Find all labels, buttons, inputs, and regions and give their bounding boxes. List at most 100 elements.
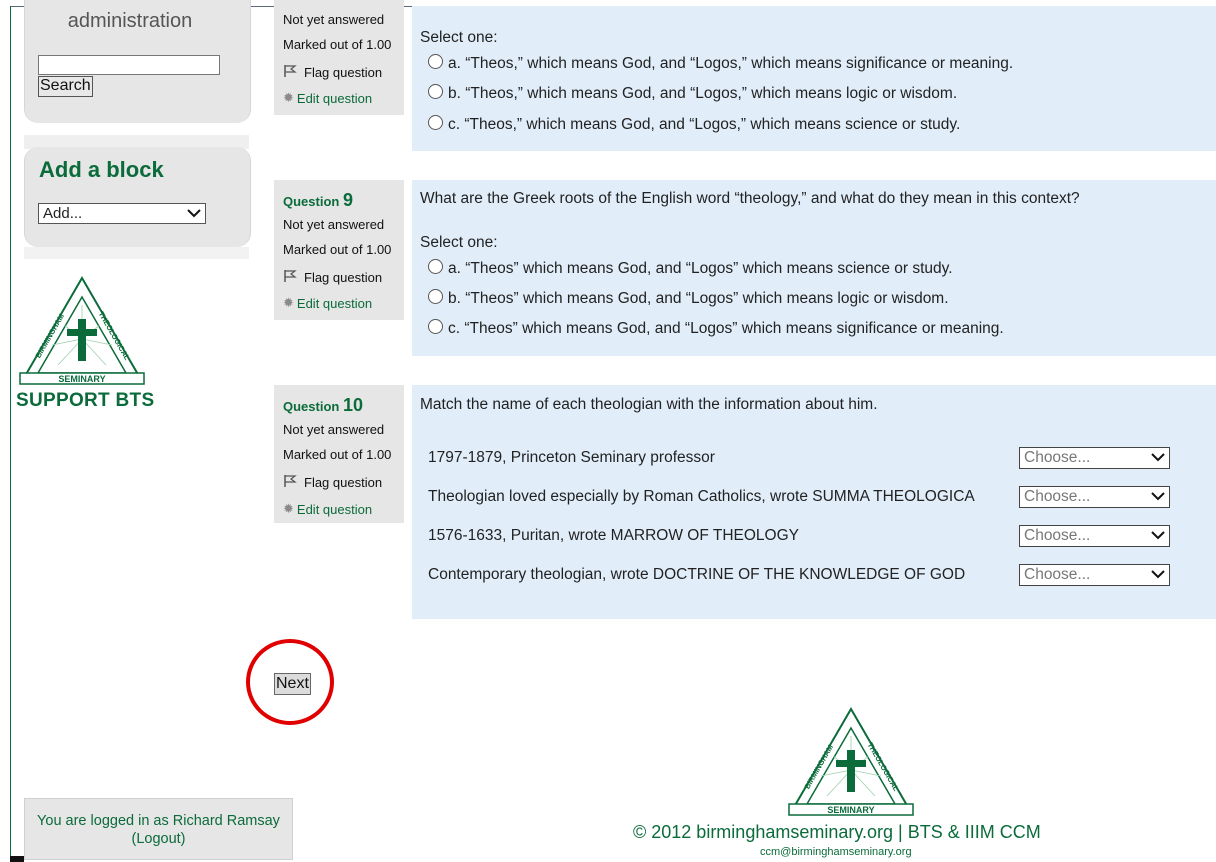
question-text: What are the Greek roots of the English … xyxy=(420,190,1080,207)
chevron-down-icon xyxy=(187,204,201,223)
seminary-logo-icon: SEMINARY BIRMINGHAM THEOLOGICAL xyxy=(19,276,145,385)
radio-button[interactable] xyxy=(428,115,443,130)
match-select[interactable]: Choose... xyxy=(1019,486,1170,508)
chevron-down-icon xyxy=(1151,448,1165,468)
question-status: Not yet answered xyxy=(283,12,385,27)
answer-option-label: b. “Theos,” which means God, and “Logos,… xyxy=(448,85,958,102)
question-label: Question xyxy=(283,399,340,414)
radio-button[interactable] xyxy=(428,259,443,274)
add-block-title: Add a block xyxy=(39,157,164,182)
answer-option[interactable]: b. “Theos” which means God, and “Logos” … xyxy=(428,289,949,308)
match-prompt: Theologian loved especially by Roman Cat… xyxy=(428,488,975,505)
question-number-heading: Question 9 xyxy=(283,190,353,211)
footer-email[interactable]: ccm@birminghamseminary.org xyxy=(760,846,912,858)
edit-question-link[interactable]: ✹ Edit question xyxy=(283,295,372,311)
chevron-down-icon xyxy=(1151,487,1165,507)
login-prefix: You are logged in as xyxy=(37,813,169,829)
radio-button[interactable] xyxy=(428,319,443,334)
match-prompt: 1797-1879, Princeton Seminary professor xyxy=(428,449,715,466)
match-select-value: Choose... xyxy=(1024,449,1091,466)
search-input[interactable] xyxy=(38,55,220,75)
gear-icon: ✹ xyxy=(283,295,294,310)
chevron-down-icon xyxy=(1151,565,1165,585)
question-info: Not yet answered Marked out of 1.00 Flag… xyxy=(274,0,404,115)
edit-question-label: Edit question xyxy=(296,501,373,517)
footer-copyright: © 2012 birminghamseminary.org | BTS & II… xyxy=(633,822,1041,842)
flag-question-link[interactable]: Flag question xyxy=(283,64,382,81)
login-line: You are logged in as Richard Ramsay xyxy=(25,812,292,830)
match-select[interactable]: Choose... xyxy=(1019,564,1170,586)
flag-question-link[interactable]: Flag question xyxy=(283,269,382,286)
support-bts-link[interactable]: SUPPORT BTS xyxy=(16,390,154,412)
answer-option[interactable]: b. “Theos,” which means God, and “Logos,… xyxy=(428,84,957,103)
left-border xyxy=(10,6,11,858)
answer-option-label: a. “Theos,” which means God, and “Logos,… xyxy=(448,55,1014,72)
question-number-heading: Question 10 xyxy=(283,395,363,416)
login-info: You are logged in as Richard Ramsay (Log… xyxy=(24,798,293,860)
question-status: Not yet answered xyxy=(283,217,385,232)
add-block-select[interactable]: Add... xyxy=(38,203,206,224)
flag-icon xyxy=(283,474,297,491)
flag-icon xyxy=(283,269,297,286)
radio-button[interactable] xyxy=(428,289,443,304)
flag-question-label: Flag question xyxy=(304,65,383,80)
block-bottom-shade xyxy=(24,247,249,259)
question-info: Question 9 Not yet answered Marked out o… xyxy=(274,180,404,320)
match-prompt: 1576-1633, Puritan, wrote MARROW OF THEO… xyxy=(428,527,799,544)
flag-question-label: Flag question xyxy=(304,475,383,490)
question-label: Question xyxy=(283,194,340,209)
question-number: 10 xyxy=(342,395,363,415)
edit-question-label: Edit question xyxy=(296,295,373,311)
radio-button[interactable] xyxy=(428,54,443,69)
answer-option-label: a. “Theos” which means God, and “Logos” … xyxy=(448,260,953,277)
match-prompt: Contemporary theologian, wrote DOCTRINE … xyxy=(428,566,966,583)
logout-link[interactable]: (Logout) xyxy=(25,830,292,848)
administration-title: administration xyxy=(67,10,193,32)
answer-option-label: c. “Theos” which means God, and “Logos” … xyxy=(448,320,1004,337)
question-content: Match the name of each theologian with t… xyxy=(412,385,1216,619)
radio-button[interactable] xyxy=(428,84,443,99)
edit-question-label: Edit question xyxy=(296,90,373,106)
match-select-value: Choose... xyxy=(1024,566,1091,583)
question-status: Not yet answered xyxy=(283,422,385,437)
answer-option[interactable]: c. “Theos,” which means God, and “Logos,… xyxy=(428,115,960,134)
question-marks: Marked out of 1.00 xyxy=(283,37,392,52)
flag-question-label: Flag question xyxy=(304,270,383,285)
seminary-logo[interactable]: SEMINARY BIRMINGHAM THEOLOGICAL xyxy=(18,275,146,392)
user-profile-link[interactable]: Richard Ramsay xyxy=(173,813,280,829)
answer-option[interactable]: c. “Theos” which means God, and “Logos” … xyxy=(428,319,1004,338)
seminary-logo-icon: SEMINARY BIRMINGHAM THEOLOGICAL xyxy=(788,707,914,816)
footer-seminary-logo: SEMINARY BIRMINGHAM THEOLOGICAL xyxy=(787,706,915,823)
select-one-label: Select one: xyxy=(420,234,498,251)
answer-option[interactable]: a. “Theos” which means God, and “Logos” … xyxy=(428,259,953,278)
match-select[interactable]: Choose... xyxy=(1019,447,1170,469)
corner-mark xyxy=(10,856,24,862)
add-block-select-value: Add... xyxy=(43,205,83,222)
question-content: Select one: a. “Theos,” which means God,… xyxy=(412,6,1216,151)
edit-question-link[interactable]: ✹ Edit question xyxy=(283,90,372,106)
question-content: What are the Greek roots of the English … xyxy=(412,180,1216,356)
add-block-block: Add a block Add... xyxy=(24,147,251,247)
search-button[interactable]: Search xyxy=(38,76,93,97)
match-select-value: Choose... xyxy=(1024,527,1091,544)
question-number: 9 xyxy=(342,190,353,210)
match-select[interactable]: Choose... xyxy=(1019,525,1170,547)
chevron-down-icon xyxy=(1151,526,1165,546)
logo-seminary-text: SEMINARY xyxy=(827,805,874,815)
gear-icon: ✹ xyxy=(283,501,294,516)
flag-icon xyxy=(283,64,297,81)
edit-question-link[interactable]: ✹ Edit question xyxy=(283,501,372,517)
question-marks: Marked out of 1.00 xyxy=(283,242,392,257)
answer-option-label: b. “Theos” which means God, and “Logos” … xyxy=(448,290,949,307)
answer-option-label: c. “Theos,” which means God, and “Logos,… xyxy=(448,116,961,133)
flag-question-link[interactable]: Flag question xyxy=(283,474,382,491)
question-info: Question 10 Not yet answered Marked out … xyxy=(274,385,404,523)
match-select-value: Choose... xyxy=(1024,488,1091,505)
answer-option[interactable]: a. “Theos,” which means God, and “Logos,… xyxy=(428,54,1013,73)
question-text: Match the name of each theologian with t… xyxy=(420,396,878,413)
question-marks: Marked out of 1.00 xyxy=(283,447,392,462)
administration-block: administration Search xyxy=(24,0,251,123)
highlight-circle xyxy=(246,639,334,725)
gear-icon: ✹ xyxy=(283,90,294,105)
logo-seminary-text: SEMINARY xyxy=(58,374,105,384)
